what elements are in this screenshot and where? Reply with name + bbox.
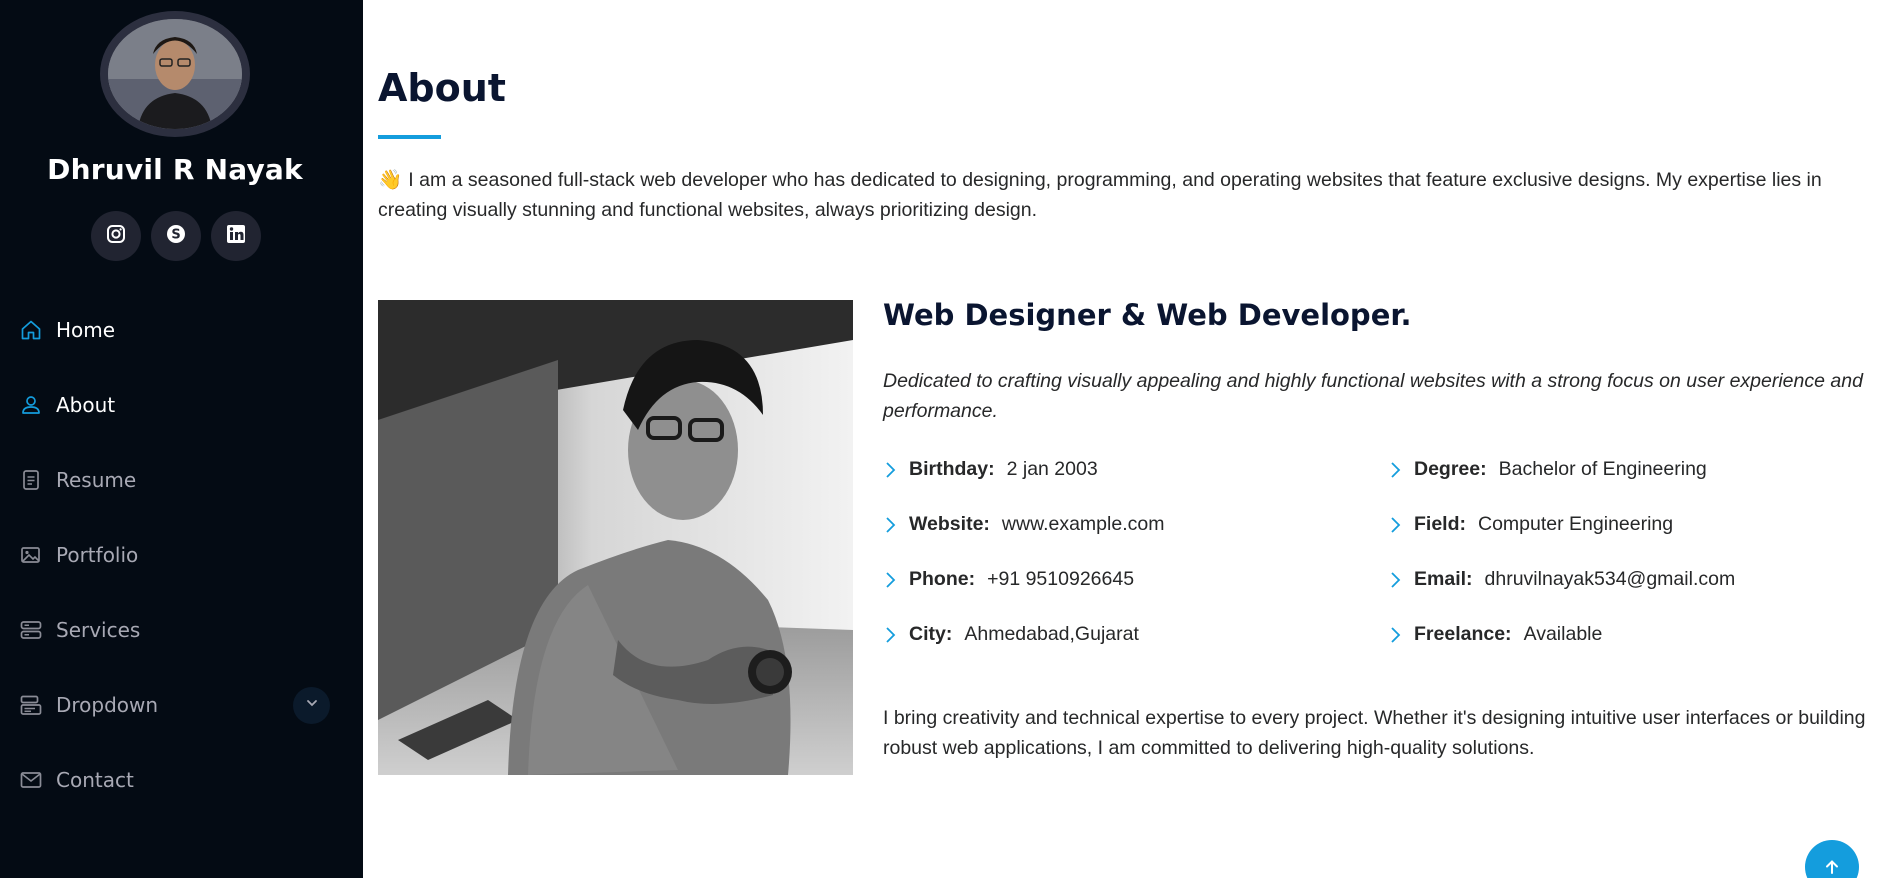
info-key: Field:	[1414, 513, 1466, 535]
nav-item-about[interactable]: About	[0, 367, 363, 442]
nav-label-home: Home	[56, 317, 116, 342]
role-title: Web Designer & Web Developer.	[883, 298, 1412, 332]
info-key: Email:	[1414, 568, 1473, 590]
linkedin-link[interactable]	[211, 211, 261, 261]
skype-icon: S	[166, 224, 186, 249]
wave-emoji: 👋	[378, 169, 403, 191]
info-value: Available	[1523, 623, 1603, 645]
avatar	[100, 11, 250, 137]
nav-item-services[interactable]: Services	[0, 592, 363, 667]
linkedin-icon	[226, 224, 246, 249]
info-key: City:	[909, 623, 953, 645]
server-icon	[18, 617, 44, 643]
profile-name: Dhruvil R Nayak	[47, 153, 303, 186]
envelope-icon	[18, 767, 44, 793]
chevron-right-icon	[1388, 513, 1414, 537]
nav-label-dropdown: Dropdown	[56, 692, 159, 717]
section-title: About	[378, 66, 506, 110]
info-value: Ahmedabad,Gujarat	[964, 623, 1139, 645]
info-item-city: City: Ahmedabad,Gujarat	[883, 623, 1383, 678]
chevron-right-icon	[883, 458, 909, 482]
info-item-phone: Phone: +91 9510926645	[883, 568, 1383, 623]
images-icon	[18, 542, 44, 568]
sidebar: Dhruvil R Nayak S Home About Resume Port…	[0, 0, 363, 878]
info-key: Birthday:	[909, 458, 995, 480]
nav-label-portfolio: Portfolio	[56, 542, 139, 567]
house-icon	[18, 317, 44, 343]
info-key: Freelance:	[1414, 623, 1512, 645]
nav-item-contact[interactable]: Contact	[0, 742, 363, 817]
info-item-field: Field: Computer Engineering	[1388, 513, 1878, 568]
nav-item-dropdown[interactable]: Dropdown	[0, 667, 363, 742]
nav-item-home[interactable]: Home	[0, 292, 363, 367]
dropdown-toggle[interactable]	[293, 687, 330, 724]
about-content: Web Designer & Web Developer. Dedicated …	[883, 298, 1878, 759]
file-text-icon	[18, 467, 44, 493]
nav-item-portfolio[interactable]: Portfolio	[0, 517, 363, 592]
info-list-right: Degree: Bachelor of Engineering Field: C…	[1388, 458, 1878, 678]
nav-label-about: About	[56, 392, 116, 417]
portrait-photo	[378, 300, 853, 775]
info-value: 2 jan 2003	[1006, 458, 1098, 480]
sidebar-nav: Home About Resume Portfolio Services Dro…	[0, 292, 363, 817]
info-item-degree: Degree: Bachelor of Engineering	[1388, 458, 1878, 513]
chevron-right-icon	[1388, 568, 1414, 592]
title-underline	[378, 135, 441, 139]
svg-text:S: S	[171, 227, 180, 242]
info-value: Bachelor of Engineering	[1498, 458, 1707, 480]
tagline: Dedicated to crafting visually appealing…	[883, 370, 1863, 422]
closing-paragraph: I bring creativity and technical experti…	[883, 707, 1866, 759]
info-key: Phone:	[909, 568, 976, 590]
nav-item-resume[interactable]: Resume	[0, 442, 363, 517]
nav-label-resume: Resume	[56, 467, 137, 492]
skype-link[interactable]: S	[151, 211, 201, 261]
info-list-left: Birthday: 2 jan 2003 Website: www.exampl…	[883, 458, 1383, 678]
info-value: dhruvilnayak534@gmail.com	[1484, 568, 1736, 590]
info-item-website: Website: www.example.com	[883, 513, 1383, 568]
arrow-up-icon	[1823, 858, 1841, 878]
instagram-link[interactable]	[91, 211, 141, 261]
chevron-right-icon	[1388, 623, 1414, 647]
chevron-right-icon	[883, 568, 909, 592]
chevron-down-icon	[305, 696, 319, 715]
info-item-email: Email: dhruvilnayak534@gmail.com	[1388, 568, 1878, 623]
chevron-right-icon	[883, 513, 909, 537]
info-value: +91 9510926645	[987, 568, 1135, 590]
menu-button-icon	[18, 692, 44, 718]
info-value: www.example.com	[1001, 513, 1165, 535]
about-intro: 👋 I am a seasoned full-stack web develope…	[378, 165, 1878, 225]
info-item-birthday: Birthday: 2 jan 2003	[883, 458, 1383, 513]
chevron-right-icon	[883, 623, 909, 647]
nav-label-services: Services	[56, 617, 141, 642]
nav-label-contact: Contact	[56, 767, 134, 792]
about-section: About 👋 I am a seasoned full-stack web de…	[363, 0, 1878, 878]
chevron-right-icon	[1388, 458, 1414, 482]
info-key: Degree:	[1414, 458, 1487, 480]
info-item-freelance: Freelance: Available	[1388, 623, 1878, 678]
info-value: Computer Engineering	[1478, 513, 1674, 535]
intro-text: I am a seasoned full-stack web developer…	[378, 169, 1822, 221]
instagram-icon	[106, 224, 126, 249]
person-icon	[18, 392, 44, 418]
info-key: Website:	[909, 513, 990, 535]
